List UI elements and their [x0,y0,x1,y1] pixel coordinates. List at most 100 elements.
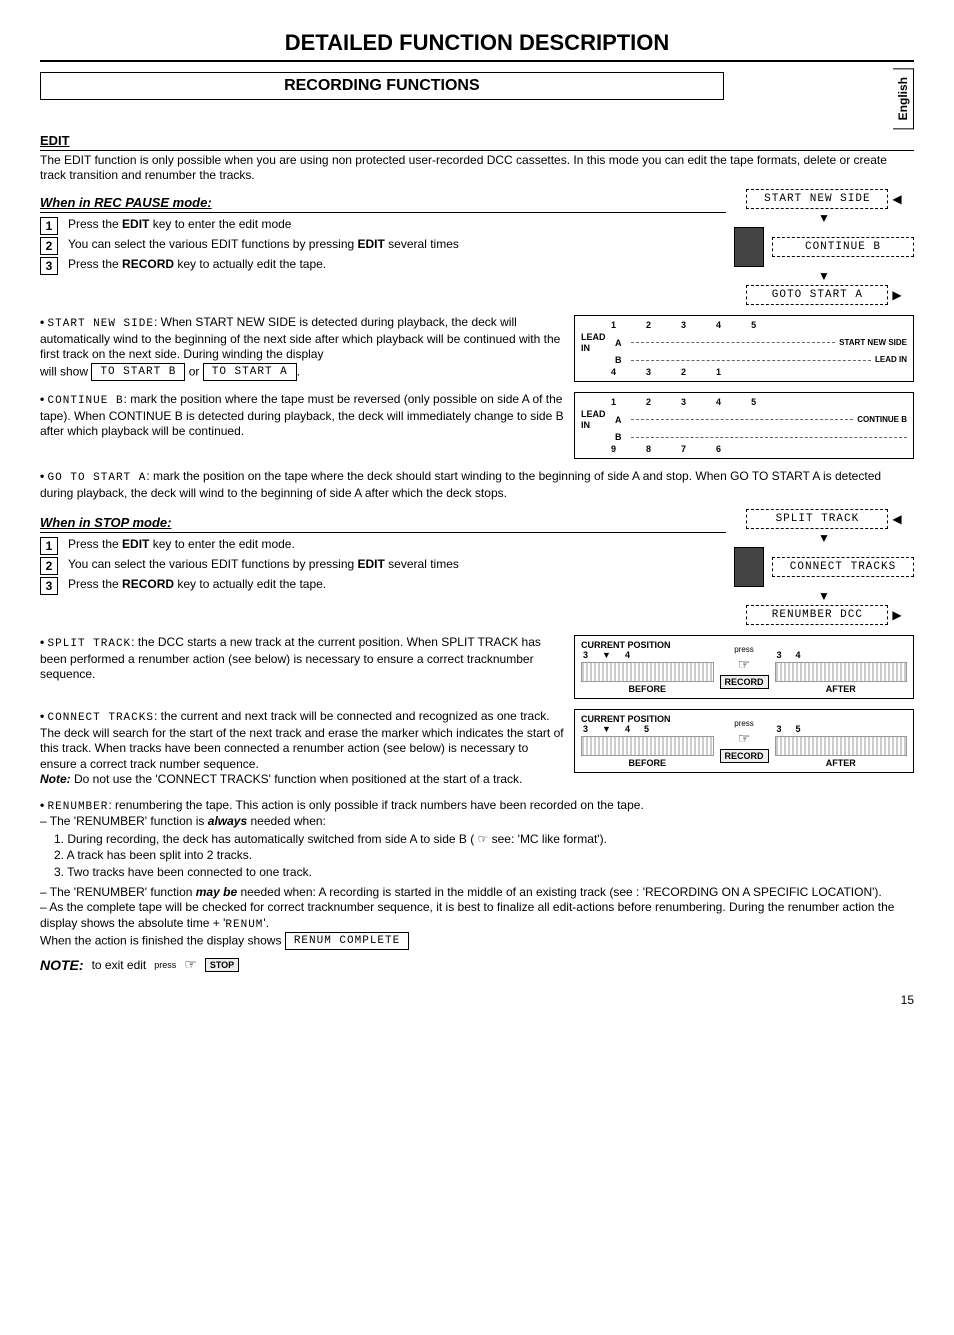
rec-pause-flow-diagram: START NEW SIDE CONTINUE B GOTO START A [734,189,914,305]
num: 5 [751,397,756,408]
flow-box: RENUMBER DCC [746,605,888,625]
annotation: CONTINUE B [857,415,907,425]
record-key-icon: RECORD [720,675,769,689]
emphasis: always [208,814,247,828]
arrow-down-icon [818,531,830,545]
lcd-label: CONTINUE B [48,395,124,407]
start-new-side-text: • START NEW SIDE: When START NEW SIDE is… [40,315,564,381]
record-key-icon: RECORD [720,749,769,763]
divider [40,212,726,213]
note-label: Note: [40,772,71,786]
annotation: START NEW SIDE [839,338,907,348]
step-text: Press the EDIT key to enter the edit mod… [68,537,726,551]
num: 1 [611,320,616,331]
display-box: TO START A [203,363,297,381]
side-label: B [615,355,627,366]
num: 4 [625,724,630,734]
press-label: press [154,960,176,970]
text: '. [263,916,269,930]
list-item: 3. Two tracks have been connected to one… [54,865,914,881]
text: : mark the position on the tape where th… [40,469,881,499]
goto-start-a-text: • GO TO START A: mark the position on th… [40,469,914,501]
num: 3 [681,320,686,331]
step-row: 2 You can select the various EDIT functi… [40,557,726,575]
key-name: RECORD [122,257,174,271]
stop-mode-steps: 1 Press the EDIT key to enter the edit m… [40,537,726,595]
num: 3 [681,397,686,408]
num: 3 [777,724,782,734]
num: 4 [716,320,721,331]
num: 4 [625,650,630,660]
text: needed when: A recording is started in t… [237,885,882,899]
after-label: AFTER [775,758,908,768]
num: 4 [796,650,801,660]
step-number: 1 [40,537,58,555]
divider [40,532,726,533]
finger-icon: ☞ [184,956,197,973]
after-label: AFTER [775,684,908,694]
diagram-title: CURRENT POSITION [581,714,714,724]
step-number: 3 [40,577,58,595]
lead-in-label: LEAD IN [581,332,611,354]
before-label: BEFORE [581,758,714,768]
text: When the action is finished the display … [40,933,285,947]
diagram-title: CURRENT POSITION [581,640,714,650]
flow-box: GOTO START A [746,285,888,305]
lcd-label: CONNECT TRACKS [48,712,154,724]
rec-pause-heading: When in REC PAUSE mode: [40,195,726,210]
arrow-down-icon [818,269,830,283]
text: key to actually edit the tape. [174,257,326,271]
key-name: RECORD [122,577,174,591]
num: 3 [583,724,588,734]
tape-diagram-continue-b: 1 2 3 4 5 LEAD INACONTINUE B B 9 8 7 6 [574,392,914,459]
finger-icon: ☞ [738,730,751,747]
display-box: TO START B [91,363,185,381]
step-text: Press the RECORD key to actually edit th… [68,257,726,271]
stop-mode-flow-diagram: SPLIT TRACK CONNECT TRACKS RENUMBER DCC [734,509,914,625]
key-name: EDIT [358,237,385,251]
text: – The 'RENUMBER' function is [40,814,208,828]
lead-in-label: LEAD IN [581,409,611,431]
finger-icon: ☞ [738,656,751,673]
key-name: EDIT [122,217,149,231]
text: You can select the various EDIT function… [68,237,358,251]
list-item: 2. A track has been split into 2 tracks. [54,848,914,864]
text: : renumbering the tape. This action is o… [108,798,643,812]
edit-intro: The EDIT function is only possible when … [40,153,914,183]
key-name: EDIT [358,557,385,571]
before-after-connect: CURRENT POSITION 3▼ 4 5 BEFORE press ☞ R… [574,709,914,773]
lcd-label: RENUM [225,919,263,931]
stop-key-icon: STOP [205,958,239,972]
connect-tracks-text: • CONNECT TRACKS: the current and next t… [40,709,564,788]
step-text: Press the EDIT key to enter the edit mod… [68,217,726,231]
step-text: You can select the various EDIT function… [68,557,726,571]
stop-mode-heading: When in STOP mode: [40,515,726,530]
press-label: press [734,719,754,728]
annotation: LEAD IN [875,355,907,365]
num: 2 [681,367,686,378]
divider [40,60,914,62]
step-number: 3 [40,257,58,275]
num: 4 [716,397,721,408]
side-label: A [615,415,627,426]
text: to exit edit [92,958,147,972]
num: 3 [646,367,651,378]
text: . [297,364,300,378]
num: 2 [646,320,651,331]
arrow-left-icon [892,512,901,526]
text: Do not use the 'CONNECT TRACKS' function… [71,772,523,786]
text: Press the [68,257,122,271]
tape-diagram-start-new-side: 1 2 3 4 5 LEAD INASTART NEW SIDE BLEAD I… [574,315,914,382]
key-name: EDIT [122,537,149,551]
page-number: 15 [40,993,914,1007]
text: will show [40,364,88,378]
num: 5 [644,724,649,734]
num: 7 [681,444,686,455]
arrow-down-icon [818,211,830,225]
edit-heading: EDIT [40,133,914,148]
text: key to enter the edit mode [149,217,291,231]
text: Press the [68,537,122,551]
side-label: B [615,432,627,443]
continue-b-text: • CONTINUE B: mark the position where th… [40,392,564,439]
num: 1 [611,397,616,408]
